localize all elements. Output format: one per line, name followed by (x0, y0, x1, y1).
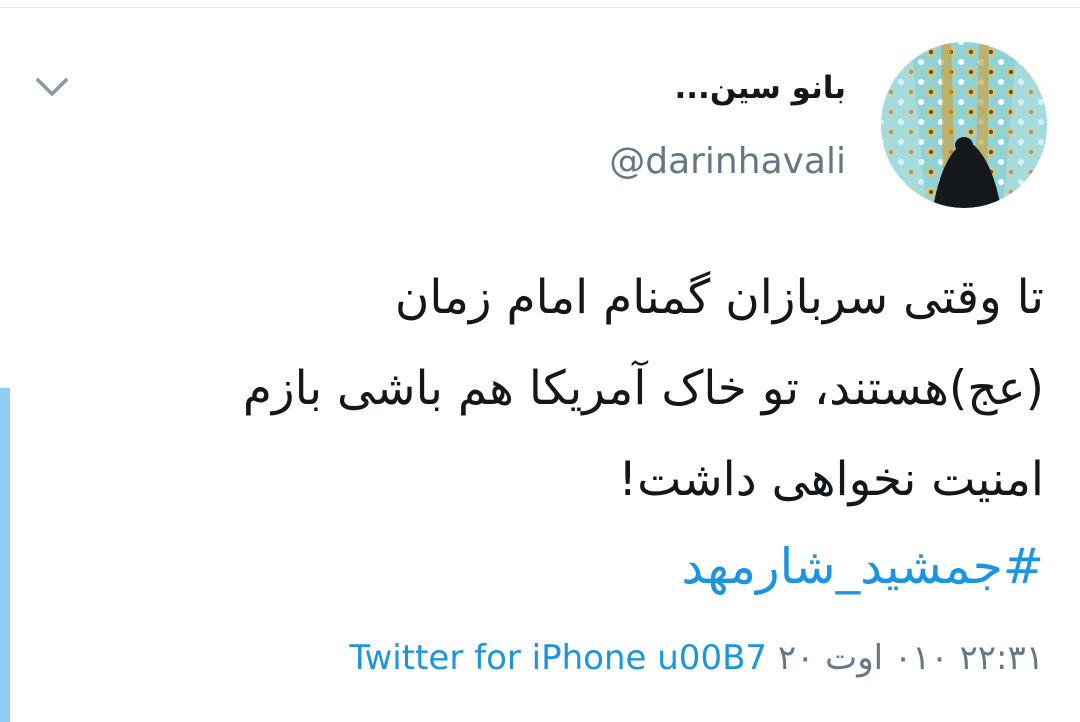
tweet-timestamp[interactable]: ۲۲:۳۱ ۰۱۰ اوت ۲۰ (778, 638, 1044, 678)
source-link[interactable]: Twitter for iPhone (349, 638, 646, 678)
top-divider (0, 7, 1080, 8)
tweet-meta: Twitter for iPhone u00B7 ۲۲:۳۱ ۰۱۰ اوت ۲… (349, 638, 1044, 678)
chevron-down-icon[interactable] (34, 72, 70, 102)
author-handle[interactable]: @darinhavali (609, 141, 846, 182)
tweet-text-line: (عج)هستند، تو خاک آمریکا هم باشی بازم (242, 361, 1044, 416)
tweet-card: بانو سین... @darinhavali تا وقتی سربازان… (0, 0, 1080, 722)
tweet-text: تا وقتی سربازان گمنام امام زمان (عج)هستن… (54, 252, 1044, 525)
thread-accent-bar (0, 388, 10, 722)
avatar[interactable] (881, 42, 1047, 208)
author-display-name[interactable]: بانو سین... (674, 70, 846, 106)
meta-separator: u00B7 (646, 638, 778, 678)
tweet-text-line: تا وقتی سربازان گمنام امام زمان (394, 270, 1044, 325)
hashtag-link[interactable]: #جمشید_شارمهد (681, 538, 1044, 595)
tweet-text-line: امنیت نخواهی داشت! (618, 452, 1044, 507)
